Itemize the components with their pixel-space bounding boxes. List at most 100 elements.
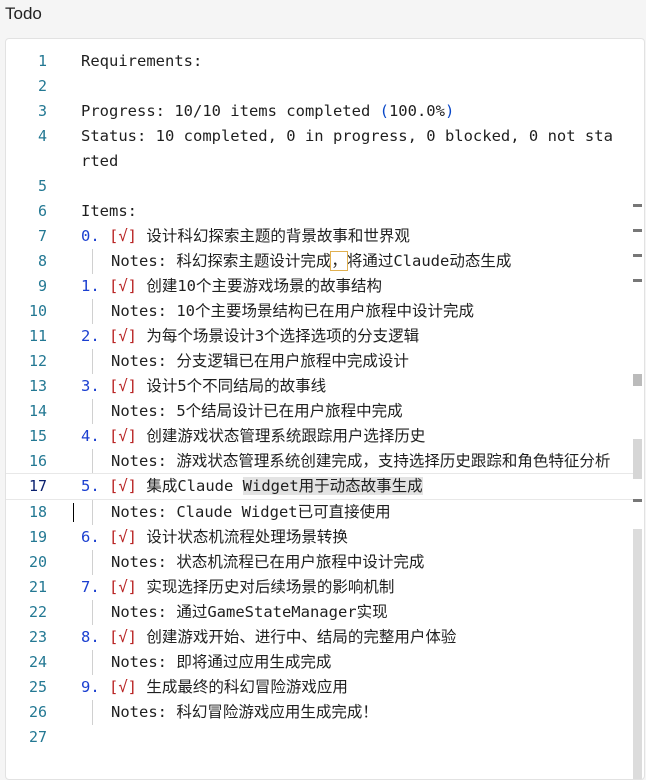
line-text: 6. [√] 设计状态机流程处理场景转换 <box>81 525 621 550</box>
text-token: 设计状态机流程处理场景转换 <box>137 528 348 546</box>
line-number: 1 <box>37 52 47 70</box>
text-token: [√] <box>109 277 138 295</box>
text-token: 6. <box>81 528 100 546</box>
editor-line[interactable]: 26 Notes: 科幻冒险游戏应用生成完成！ <box>6 700 636 725</box>
line-text: 4. [√] 创建游戏状态管理系统跟踪用户选择历史 <box>81 424 621 449</box>
text-token: 设计科幻探索主题的背景故事和世界观 <box>137 227 410 245</box>
line-number: 26 <box>28 703 47 721</box>
text-token: Notes: 5个结局设计已在用户旅程中完成 <box>111 402 403 420</box>
line-text: 8. [√] 创建游戏开始、进行中、结局的完整用户体验 <box>81 625 621 650</box>
line-text: 2. [√] 为每个场景设计3个选择选项的分支逻辑 <box>81 324 621 349</box>
editor-content[interactable]: 1 Requirements: 2 3 Progress: 10/10 items c… <box>6 49 636 750</box>
editor-line[interactable]: 21 7. [√] 实现选择历史对后续场景的影响机制 <box>6 575 636 600</box>
text-token: 8. <box>81 628 100 646</box>
editor-line[interactable]: 3 Progress: 10/10 items completed (100.0%… <box>6 99 636 124</box>
text-token: 9. <box>81 678 100 696</box>
line-text: Notes: 5个结局设计已在用户旅程中完成 <box>81 399 621 424</box>
editor-line[interactable]: 1 Requirements: <box>6 49 636 74</box>
line-text: Items: <box>81 199 621 224</box>
overview-mark <box>633 439 642 479</box>
line-number: 10 <box>28 302 47 320</box>
editor-line[interactable]: 10 Notes: 10个主要场景结构已在用户旅程中设计完成 <box>6 299 636 324</box>
text-token: Progress: 10/10 items completed <box>81 102 380 120</box>
indent-guide <box>92 299 93 324</box>
editor-line[interactable]: 27 <box>6 725 636 750</box>
editor-line[interactable]: 6 Items: <box>6 199 636 224</box>
overview-mark <box>633 229 642 232</box>
editor-line[interactable]: 2 <box>6 74 636 99</box>
code-editor[interactable]: 1 Requirements: 2 3 Progress: 10/10 items c… <box>5 38 645 780</box>
line-text: Progress: 10/10 items completed (100.0%) <box>81 99 621 124</box>
editor-line[interactable]: 11 2. [√] 为每个场景设计3个选择选项的分支逻辑 <box>6 324 636 349</box>
text-token: Notes: Claude Widget已可直接使用 <box>111 503 391 521</box>
line-text: Notes: 状态机流程已在用户旅程中设计完成 <box>81 550 621 575</box>
line-number: 25 <box>28 678 47 696</box>
text-cursor <box>73 503 74 522</box>
line-number: 20 <box>28 553 47 571</box>
editor-line[interactable]: 17 5. [√] 集成Claude Widget用于动态故事生成 <box>6 473 636 500</box>
text-token: 集成Claude <box>137 477 243 495</box>
line-number: 17 <box>28 477 47 495</box>
text-token: 设计5个不同结局的故事线 <box>137 377 327 395</box>
text-token: Notes: 即将通过应用生成完成 <box>111 653 332 671</box>
editor-line[interactable]: 25 9. [√] 生成最终的科幻冒险游戏应用 <box>6 675 636 700</box>
text-token: 用于动态故事生成 <box>298 477 423 495</box>
editor-line[interactable]: 18 Notes: Claude Widget已可直接使用 <box>6 500 636 525</box>
text-token: 实现选择历史对后续场景的影响机制 <box>137 578 395 596</box>
line-number: 12 <box>28 352 47 370</box>
text-token: Notes: 10个主要场景结构已在用户旅程中设计完成 <box>111 302 474 320</box>
editor-line[interactable]: 13 3. [√] 设计5个不同结局的故事线 <box>6 374 636 399</box>
editor-line[interactable]: 4 Status: 10 completed, 0 in progress, 0 … <box>6 124 636 174</box>
text-token: Items: <box>81 202 137 220</box>
indent-guide <box>92 650 93 675</box>
text-token: Notes: 分支逻辑已在用户旅程中完成设计 <box>111 352 409 370</box>
text-token: Notes: 科幻探索主题设计完成 <box>111 252 332 270</box>
editor-line[interactable]: 22 Notes: 通过GameStateManager实现 <box>6 600 636 625</box>
line-text <box>81 174 621 199</box>
editor-line[interactable]: 7 0. [√] 设计科幻探索主题的背景故事和世界观 <box>6 224 636 249</box>
text-token: 2. <box>81 327 100 345</box>
line-number: 2 <box>37 77 47 95</box>
line-number: 9 <box>37 277 47 295</box>
text-token: [√] <box>109 377 138 395</box>
editor-line[interactable]: 23 8. [√] 创建游戏开始、进行中、结局的完整用户体验 <box>6 625 636 650</box>
text-token: Notes: 游戏状态管理系统创建完成，支持选择历史跟踪和角色特征分析 <box>111 452 611 470</box>
text-token: Status: 10 completed, 0 in progress, 0 b… <box>81 127 613 170</box>
editor-line[interactable]: 9 1. [√] 创建10个主要游戏场景的故事结构 <box>6 274 636 299</box>
editor-line[interactable]: 12 Notes: 分支逻辑已在用户旅程中完成设计 <box>6 349 636 374</box>
text-token: 将通过Claude动态生成 <box>346 252 512 270</box>
text-token: [√] <box>109 578 138 596</box>
line-text: 5. [√] 集成Claude Widget用于动态故事生成 <box>81 474 621 499</box>
text-token: Widget <box>242 477 299 495</box>
overview-mark <box>633 529 642 779</box>
text-token: Requirements: <box>81 52 203 70</box>
line-text: Notes: 分支逻辑已在用户旅程中完成设计 <box>81 349 621 374</box>
text-token: 7. <box>81 578 100 596</box>
editor-line[interactable]: 16 Notes: 游戏状态管理系统创建完成，支持选择历史跟踪和角色特征分析 <box>6 449 636 474</box>
editor-line[interactable]: 24 Notes: 即将通过应用生成完成 <box>6 650 636 675</box>
overview-ruler[interactable] <box>630 39 642 779</box>
line-text <box>81 74 621 99</box>
editor-line[interactable]: 8 Notes: 科幻探索主题设计完成，将通过Claude动态生成 <box>6 249 636 274</box>
text-token: [√] <box>109 678 138 696</box>
line-text: Requirements: <box>81 49 621 74</box>
text-token: Notes: 通过GameStateManager实现 <box>111 603 388 621</box>
line-number: 19 <box>28 528 47 546</box>
editor-line[interactable]: 15 4. [√] 创建游戏状态管理系统跟踪用户选择历史 <box>6 424 636 449</box>
line-number: 4 <box>37 127 47 145</box>
editor-line[interactable]: 5 <box>6 174 636 199</box>
editor-line[interactable]: 19 6. [√] 设计状态机流程处理场景转换 <box>6 525 636 550</box>
text-token: ( <box>379 102 389 120</box>
text-token: [√] <box>109 477 138 495</box>
editor-line[interactable]: 14 Notes: 5个结局设计已在用户旅程中完成 <box>6 399 636 424</box>
editor-line[interactable]: 20 Notes: 状态机流程已在用户旅程中设计完成 <box>6 550 636 575</box>
line-number: 7 <box>37 227 47 245</box>
text-token: 0. <box>81 227 100 245</box>
